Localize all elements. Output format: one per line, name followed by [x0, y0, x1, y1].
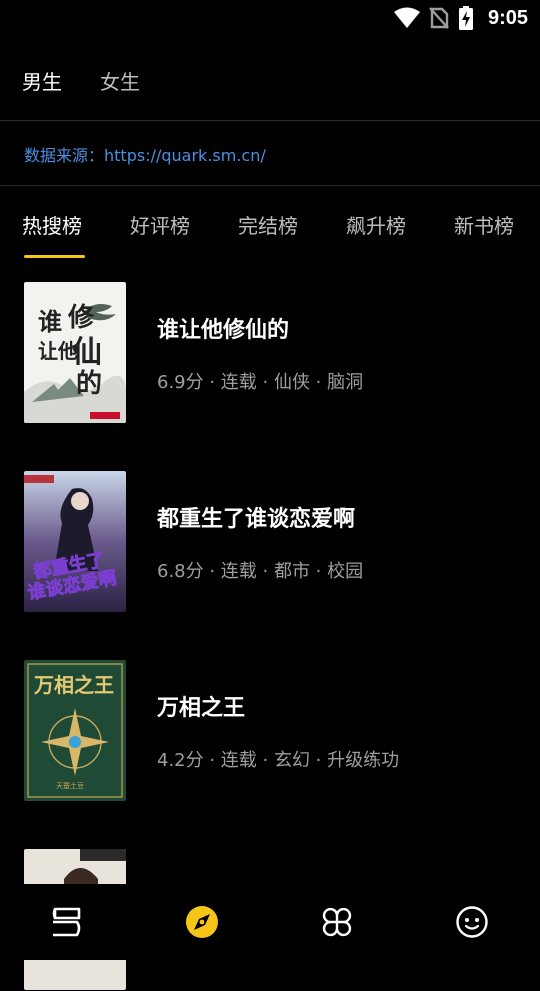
nav-category[interactable] — [319, 904, 355, 940]
svg-text:谁: 谁 — [38, 307, 62, 336]
nav-profile[interactable] — [454, 904, 490, 940]
tab-male[interactable]: 男生 — [22, 66, 62, 95]
divider — [0, 120, 540, 121]
book-item[interactable]: 万相之王 天蚕土豆 万相之王 4.2分 · 连载 · 玄幻 · 升级练功 — [0, 660, 540, 802]
svg-text:的: 的 — [76, 368, 102, 399]
active-tab-indicator — [24, 255, 85, 258]
data-source: 数据来源：https://quark.sm.cn/ — [24, 142, 266, 166]
bottom-nav — [0, 884, 540, 960]
status-bar: 9:05 — [0, 0, 540, 36]
svg-text:万相之王: 万相之王 — [33, 673, 114, 697]
status-icons: 9:05 — [393, 6, 528, 30]
svg-text:仙: 仙 — [72, 335, 102, 370]
book-item[interactable]: 谁 修 让他 仙 的 谁让他修仙的 6.9分 · 连载 · 仙侠 · 脑洞 — [0, 282, 540, 424]
book-cover-image: 万相之王 天蚕土豆 — [24, 660, 126, 801]
book-title: 万相之王 — [157, 696, 246, 721]
svg-text:修: 修 — [67, 302, 95, 333]
tab-top-rated[interactable]: 好评榜 — [130, 210, 190, 239]
tab-female[interactable]: 女生 — [100, 66, 140, 95]
book-meta: 4.2分 · 连载 · 玄幻 · 升级练功 — [157, 750, 400, 771]
book-cover[interactable]: 谁 修 让他 仙 的 — [24, 282, 126, 423]
category-icon — [322, 907, 352, 937]
tab-rising[interactable]: 飙升榜 — [346, 210, 406, 239]
profile-icon — [456, 906, 488, 938]
tab-new-books[interactable]: 新书榜 — [454, 210, 514, 239]
status-time: 9:05 — [487, 6, 528, 29]
divider — [0, 185, 540, 186]
svg-text:天蚕土豆: 天蚕土豆 — [56, 781, 84, 790]
book-meta: 6.9分 · 连载 · 仙侠 · 脑洞 — [157, 372, 364, 393]
tab-hot-search[interactable]: 热搜榜 — [22, 210, 82, 239]
wifi-icon — [393, 7, 420, 28]
battery-charging-icon — [458, 6, 473, 30]
book-title: 都重生了谁谈恋爱啊 — [157, 507, 356, 532]
nav-discover[interactable] — [184, 904, 220, 940]
book-meta: 6.8分 · 连载 · 都市 · 校园 — [157, 561, 364, 582]
gender-tabs: 男生 女生 — [0, 60, 540, 100]
book-item[interactable]: 都重生了 谁谈恋爱啊 都重生了谁谈恋爱啊 6.8分 · 连载 · 都市 · 校园 — [0, 471, 540, 613]
nav-bookshelf[interactable] — [49, 904, 85, 940]
no-sim-icon — [429, 7, 449, 29]
book-cover[interactable]: 万相之王 天蚕土豆 — [24, 660, 126, 801]
discover-icon — [186, 906, 218, 938]
book-cover-image: 都重生了 谁谈恋爱啊 — [24, 471, 126, 612]
data-source-label: 数据来源： — [24, 146, 105, 165]
bookshelf-icon — [52, 907, 81, 937]
book-cover-image: 谁 修 让他 仙 的 — [24, 282, 126, 423]
data-source-link[interactable]: https://quark.sm.cn/ — [104, 146, 266, 165]
book-title: 谁让他修仙的 — [157, 318, 290, 343]
book-cover[interactable]: 都重生了 谁谈恋爱啊 — [24, 471, 126, 612]
tab-completed[interactable]: 完结榜 — [238, 210, 298, 239]
